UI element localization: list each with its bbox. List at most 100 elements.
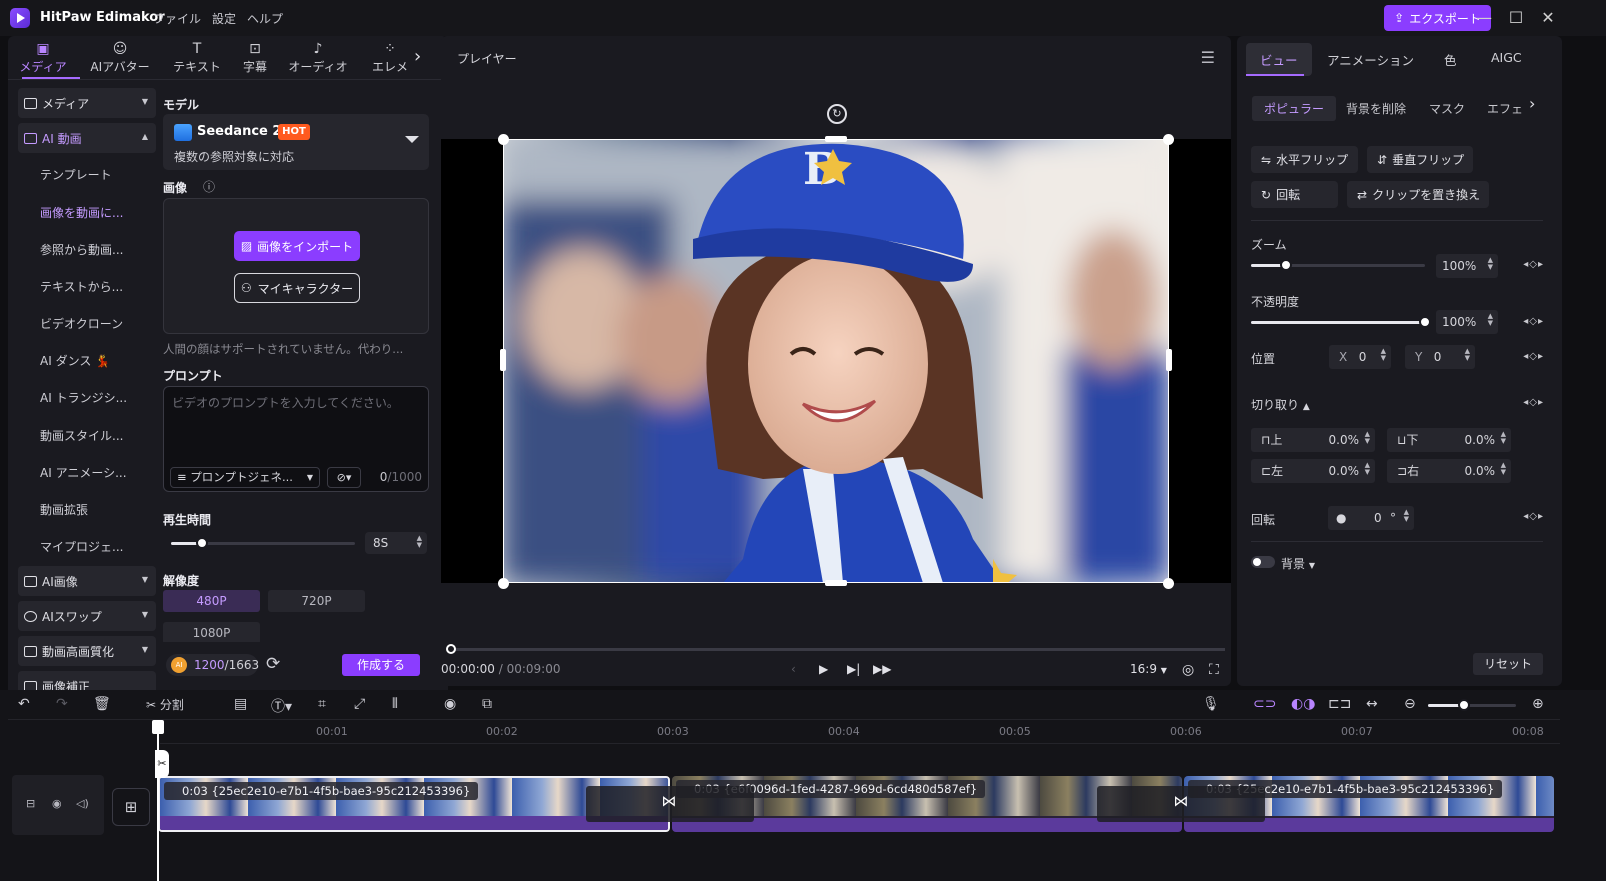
tab-view[interactable]: ビュー (1246, 43, 1312, 76)
resize-handle[interactable] (825, 580, 847, 586)
duration-value[interactable]: 8S ▲ ▼ (365, 532, 427, 554)
menu-settings[interactable]: 設定 (212, 10, 236, 27)
microphone-icon[interactable]: 🎙 (1202, 696, 1220, 712)
prompt-input[interactable]: ビデオのプロンプトを入力してください。 ≡ プロンプトジェネ... ▼ ⊘▾ 0/… (163, 386, 429, 492)
resize-handle[interactable] (498, 578, 509, 589)
tab-color[interactable]: 色 (1444, 50, 1457, 69)
undo-icon[interactable]: ↶ (18, 696, 30, 712)
chevron-right-icon[interactable]: › (1529, 94, 1535, 113)
stepper-icon[interactable]: ▲ ▼ (417, 535, 422, 549)
create-button[interactable]: 作成する (342, 654, 420, 676)
scrubber-knob[interactable] (446, 644, 456, 654)
nav-group-ai-video[interactable]: AI 動画 ▲ (18, 123, 156, 153)
stepper-icon[interactable]: ▲ ▼ (1488, 257, 1493, 271)
transition-icon[interactable]: ⋈ (1167, 786, 1195, 816)
resize-handle[interactable] (1166, 349, 1172, 371)
keyframe-icon[interactable]: ◂◇▸ (1523, 397, 1544, 408)
duration-knob[interactable] (196, 537, 208, 549)
maximize-icon[interactable]: ☐ (1506, 8, 1526, 28)
fit-icon[interactable]: ↔ (1366, 696, 1378, 712)
stepper-icon[interactable]: ▲ ▼ (1501, 462, 1506, 476)
zoom-knob[interactable] (1280, 259, 1292, 271)
export-clip-icon[interactable]: ⧉ (482, 696, 492, 712)
nav-item-video-extend[interactable]: 動画拡張 (40, 501, 88, 518)
tab-subtitle[interactable]: ⊡ 字幕 (220, 40, 290, 78)
nav-item-ai-dance[interactable]: AI ダンス 💃 (40, 352, 110, 369)
crop-top-input[interactable]: ⊓上 0.0% ▲ ▼ (1251, 428, 1375, 452)
timeline-zoom-knob[interactable] (1458, 699, 1470, 711)
menu-file[interactable]: ファイル (153, 10, 201, 27)
background-label[interactable]: 背景 ▼ (1281, 555, 1315, 572)
crop-bottom-input[interactable]: ⊔下 0.0% ▲ ▼ (1387, 428, 1511, 452)
duration-slider[interactable] (171, 537, 355, 549)
track-lock-icon[interactable]: ⊟ (26, 797, 35, 810)
import-image-button[interactable]: ▨ 画像をインポート (234, 231, 360, 261)
caption-icon[interactable]: ▤ (234, 696, 247, 712)
zoom-input[interactable]: 100% ▲ ▼ (1436, 254, 1498, 278)
prompt-tag-dropdown[interactable]: ⊘▾ (327, 467, 361, 488)
tab-media[interactable]: ▣ メディア (8, 40, 78, 78)
zoom-in-icon[interactable]: ⊕ (1532, 696, 1544, 712)
nav-item-ai-transition[interactable]: AI トランジシ... (40, 389, 127, 406)
flip-vertical-button[interactable]: ⇵ 垂直フリップ (1367, 146, 1473, 173)
keyframe-icon[interactable]: ◂◇▸ (1523, 351, 1544, 362)
face-detect-icon[interactable]: ◉ (444, 696, 456, 712)
background-toggle[interactable] (1251, 556, 1275, 568)
menu-icon[interactable]: ☰ (1201, 48, 1215, 67)
crop-right-input[interactable]: ⊐右 0.0% ▲ ▼ (1387, 459, 1511, 483)
playback-scrubber[interactable] (446, 644, 1225, 654)
resize-handle[interactable] (498, 134, 509, 145)
position-y-input[interactable]: Y 0 ▲ ▼ (1405, 345, 1475, 369)
nav-group-ai-image[interactable]: AI画像 ▼ (18, 566, 156, 596)
nav-group-enhance[interactable]: 動画高画質化 ▼ (18, 636, 156, 666)
keyframe-icon[interactable]: ◂◇▸ (1523, 511, 1544, 522)
fast-forward-icon[interactable]: ▶▶ (873, 662, 891, 676)
playhead[interactable] (152, 720, 164, 881)
mirror-icon[interactable]: ⫴ (392, 696, 398, 712)
play-icon[interactable]: ▶ (819, 662, 828, 676)
stepper-icon[interactable]: ▲ ▼ (1465, 348, 1470, 362)
tab-ai-avatar[interactable]: ☺ AIアバター (85, 40, 155, 78)
zoom-out-icon[interactable]: ⊖ (1404, 696, 1416, 712)
add-media-button[interactable]: ⊞ (112, 788, 150, 826)
flip-horizontal-button[interactable]: ⇋ 水平フリップ (1251, 146, 1358, 173)
stepper-icon[interactable]: ▲ ▼ (1365, 431, 1370, 445)
transition-icon[interactable]: ⋈ (655, 786, 683, 816)
crop-icon[interactable]: ⌗ (318, 696, 326, 712)
subtab-mask[interactable]: マスク (1429, 100, 1465, 117)
close-icon[interactable]: ✕ (1538, 8, 1558, 28)
stepper-icon[interactable]: ▲ ▼ (1365, 462, 1370, 476)
rotation-input[interactable]: ● 0 ° ▲ ▼ (1328, 506, 1414, 530)
split-button[interactable]: ✂ 分割 (146, 696, 184, 713)
nav-item-reference-video[interactable]: 参照から動画... (40, 241, 123, 258)
resize-handle[interactable] (500, 349, 506, 371)
zoom-slider[interactable] (1251, 259, 1425, 271)
subtab-popular[interactable]: ポピュラー (1252, 96, 1337, 121)
replace-clip-button[interactable]: ⇄ クリップを置き換え (1347, 181, 1489, 208)
image-drop-zone[interactable]: ▨ 画像をインポート ⚇ マイキャラクター (163, 198, 429, 334)
stepper-icon[interactable]: ▲ ▼ (1488, 313, 1493, 327)
nav-group-media[interactable]: メディア ▼ (18, 88, 156, 118)
stepper-icon[interactable]: ▲ ▼ (1381, 348, 1386, 362)
next-frame-icon[interactable]: ▶| (847, 662, 860, 676)
nav-item-my-projects[interactable]: マイプロジェ... (40, 538, 123, 555)
keyframe-icon[interactable]: ◂◇▸ (1523, 259, 1544, 270)
aspect-ratio-dropdown[interactable]: 16:9 ▼ (1130, 662, 1167, 676)
nav-item-video-style[interactable]: 動画スタイル... (40, 427, 123, 444)
magnet-icon[interactable]: ◐◑ (1291, 696, 1315, 712)
split-marker-icon[interactable]: ✂ (155, 750, 169, 778)
link-icon[interactable]: ⊂⊃ (1253, 696, 1276, 712)
resize-handle[interactable] (825, 136, 847, 142)
resize-handle[interactable] (1163, 134, 1174, 145)
nav-item-ai-animation[interactable]: AI アニメーシ... (40, 464, 127, 481)
tab-aigc[interactable]: AIGC (1491, 50, 1522, 65)
redo-icon[interactable]: ↷ (56, 696, 68, 712)
snapshot-icon[interactable]: ◎ (1182, 662, 1194, 678)
prompt-generator-dropdown[interactable]: ≡ プロンプトジェネ... ▼ (170, 467, 320, 488)
subtab-effects[interactable]: エフェ (1487, 100, 1527, 117)
video-canvas[interactable]: B (441, 134, 1231, 589)
delete-icon[interactable]: 🗑 (93, 696, 111, 712)
my-character-button[interactable]: ⚇ マイキャラクター (234, 273, 360, 303)
subtab-remove-bg[interactable]: 背景を削除 (1346, 100, 1406, 117)
resolution-480p[interactable]: 480P (163, 590, 260, 612)
